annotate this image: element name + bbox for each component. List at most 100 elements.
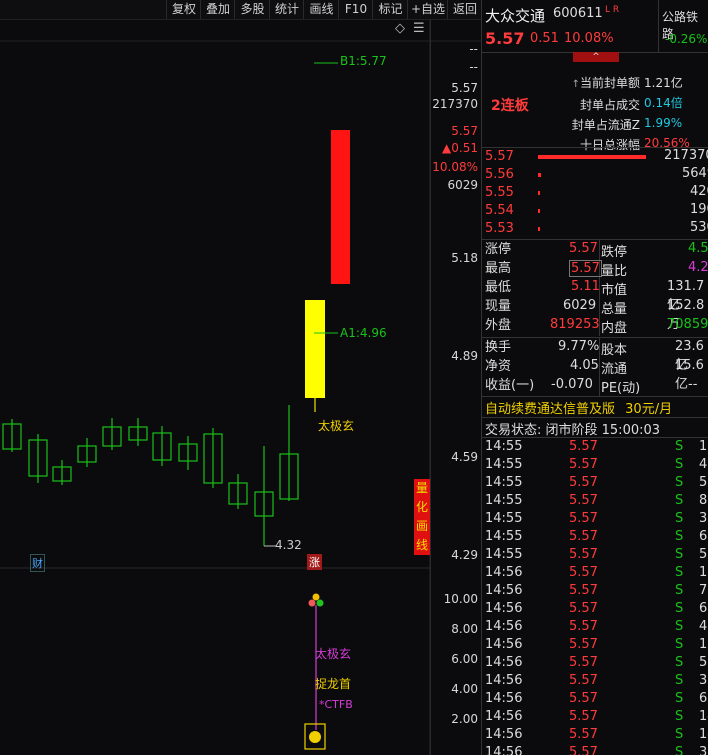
- tick-count: 5: [699, 547, 708, 562]
- stat-label: 净资: [485, 359, 512, 374]
- tick-side: S: [675, 493, 684, 508]
- tick-price: 5.57: [569, 637, 598, 652]
- tick-price: 5.57: [569, 547, 598, 562]
- tick-side: S: [675, 655, 684, 670]
- tick-price: 5.57: [569, 745, 598, 755]
- tick-side: S: [675, 745, 684, 755]
- kline-chart[interactable]: [0, 20, 481, 755]
- indicator-tick: 4.00: [451, 682, 478, 696]
- tick-count: 6: [699, 601, 708, 616]
- quant-char: 线: [415, 538, 428, 552]
- tick-time: 14:56: [485, 691, 523, 706]
- add-watchlist-button[interactable]: +自选: [407, 0, 448, 19]
- tick-side: S: [675, 691, 684, 706]
- finance-marker[interactable]: 财: [30, 554, 45, 572]
- tick-time: 14:55: [485, 529, 523, 544]
- stat-value: 819253: [550, 317, 600, 332]
- stat-value: 6029: [563, 298, 597, 313]
- axis-change: ▲0.51: [442, 141, 478, 155]
- last-price: 5.57: [485, 29, 525, 48]
- b1-label: B1:5.77: [340, 54, 387, 68]
- tick-time: 14:56: [485, 601, 523, 616]
- tick-side: S: [675, 637, 684, 652]
- quote-panel: 大众交通 600611 L R 公路铁路 -0.26% 5.57 0.51 10…: [481, 0, 708, 755]
- collapse-toggle[interactable]: ^: [482, 52, 708, 64]
- tick-count: 7: [699, 583, 708, 598]
- stat-value: 9.77%: [558, 339, 600, 354]
- ob-price: 5.57: [485, 149, 514, 164]
- up-arrow-icon: ↑: [571, 79, 580, 90]
- tick-count: 3: [699, 511, 708, 526]
- tick-time: 14:55: [485, 439, 523, 454]
- tick-price: 5.57: [569, 511, 598, 526]
- axis-tick: 4.59: [451, 450, 478, 464]
- stat-value: 708598: [667, 317, 708, 332]
- draw-line-button[interactable]: 画线: [303, 0, 339, 19]
- stat-label: 总量: [601, 302, 628, 317]
- ob-vol: 190: [690, 202, 708, 217]
- stat-label: 最高: [485, 261, 512, 276]
- stat-label: PE(动): [601, 381, 641, 396]
- tick-time: 14:56: [485, 637, 523, 652]
- multi-stock-button[interactable]: 多股: [234, 0, 270, 19]
- tick-side: S: [675, 565, 684, 580]
- ob-vol: 420: [690, 184, 708, 199]
- tick-price: 5.57: [569, 565, 598, 580]
- tick-count: 14: [699, 709, 708, 724]
- tick-list[interactable]: 14:555.57450S1214:555.5740S414:555.5760S…: [482, 438, 708, 755]
- tick-count: 6: [699, 691, 708, 706]
- overlay-button[interactable]: 叠加: [200, 0, 235, 19]
- tick-count: 12: [699, 439, 708, 454]
- ob-bar: [538, 173, 541, 177]
- low-price-label: 4.32: [275, 538, 302, 552]
- stat-label: 流通: [601, 362, 628, 377]
- tick-time: 14:56: [485, 673, 523, 688]
- tick-count: 3: [699, 673, 708, 688]
- statistics-button[interactable]: 统计: [269, 0, 304, 19]
- stat-label: 现量: [485, 299, 512, 314]
- tick-price: 5.57: [569, 673, 598, 688]
- tick-time: 14:56: [485, 727, 523, 742]
- tick-count: 4: [699, 619, 708, 634]
- quant-char: 量: [415, 481, 428, 495]
- tick-price: 5.57: [569, 619, 598, 634]
- axis-tick: 4.29: [451, 548, 478, 562]
- indicator-tick: 6.00: [451, 652, 478, 666]
- restore-rights-button[interactable]: 复权: [166, 0, 201, 19]
- stat-label: 外盘: [485, 318, 512, 333]
- ob-vol: 5649: [682, 166, 708, 181]
- tick-side: S: [675, 583, 684, 598]
- quant-draw-line-button[interactable]: 量 化 画 线: [414, 479, 430, 555]
- tick-count: 14: [699, 727, 708, 742]
- chevron-up-icon[interactable]: ^: [573, 52, 619, 62]
- ob-price: 5.56: [485, 167, 514, 182]
- a1-label: A1:4.96: [340, 326, 387, 340]
- limit-up-marker[interactable]: 涨: [307, 554, 322, 570]
- stat-label: 跌停: [601, 245, 628, 260]
- streak-badge: 2连板: [491, 98, 529, 114]
- tick-side: S: [675, 547, 684, 562]
- stat-value: 4.05: [570, 358, 599, 373]
- trade-status: 交易状态: 闭市阶段 15:00:03: [485, 423, 661, 438]
- indicator-ctfb-label: *CTFB: [319, 698, 353, 711]
- tick-count: 5: [699, 475, 708, 490]
- tick-time: 14:56: [485, 709, 523, 724]
- promo-banner[interactable]: 自动续费通达信普及版 30元/月: [485, 398, 672, 417]
- tick-price: 5.57: [569, 709, 598, 724]
- seal-label: 当前封单额: [579, 76, 640, 90]
- quant-char: 化: [415, 500, 428, 514]
- stat-label: 量比: [601, 264, 628, 279]
- mark-button[interactable]: 标记: [372, 0, 408, 19]
- seal-label: 封单占流通Z: [571, 118, 640, 132]
- stat-value: --: [688, 377, 698, 392]
- indicator-zhuolong-label: 捉龙首: [315, 677, 352, 691]
- tick-time: 14:56: [485, 745, 523, 755]
- tick-count: 6: [699, 529, 708, 544]
- tick-time: 14:55: [485, 475, 523, 490]
- stat-label: 内盘: [601, 321, 628, 336]
- tick-price: 5.57: [569, 493, 598, 508]
- stock-name: 大众交通: [485, 7, 546, 25]
- tick-price: 5.57: [569, 475, 598, 490]
- f10-button[interactable]: F10: [338, 0, 373, 19]
- back-button[interactable]: 返回: [447, 0, 482, 19]
